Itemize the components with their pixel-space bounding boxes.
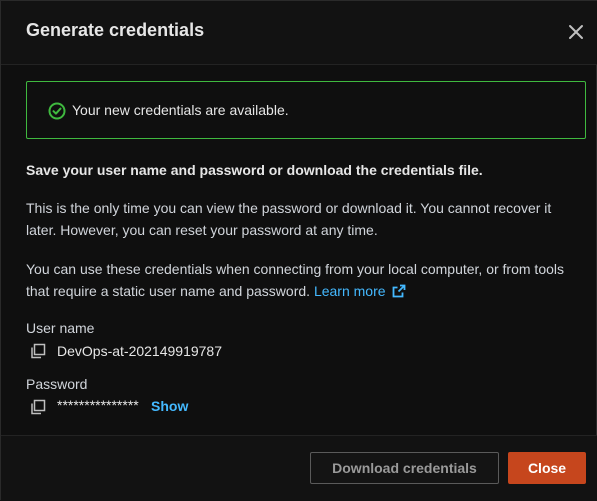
close-icon[interactable] bbox=[565, 21, 587, 43]
alert-message: Your new credentials are available. bbox=[72, 102, 289, 118]
dialog-title: Generate credentials bbox=[26, 20, 205, 40]
download-credentials-button[interactable]: Download credentials bbox=[310, 452, 499, 484]
usage-info-body: You can use these credentials when conne… bbox=[26, 261, 564, 299]
external-link-icon bbox=[392, 284, 405, 298]
copy-icon[interactable] bbox=[30, 343, 46, 359]
username-label: User name bbox=[26, 320, 95, 336]
save-instruction: Save your user name and password or down… bbox=[26, 162, 483, 178]
password-label: Password bbox=[26, 376, 88, 392]
generate-credentials-dialog: Generate credentials Your new credential… bbox=[0, 0, 597, 501]
password-warning-text: This is the only time you can view the p… bbox=[26, 200, 552, 238]
copy-icon[interactable] bbox=[30, 399, 46, 415]
success-alert: Your new credentials are available. bbox=[26, 81, 586, 139]
check-circle-icon bbox=[48, 102, 66, 120]
dialog-footer: Download credentials Close bbox=[1, 435, 597, 501]
dialog-header: Generate credentials bbox=[1, 1, 597, 65]
learn-more-link[interactable]: Learn more bbox=[314, 283, 406, 299]
usage-info-text: You can use these credentials when conne… bbox=[26, 258, 581, 302]
show-password-link[interactable]: Show bbox=[151, 398, 188, 414]
password-value: *************** bbox=[57, 397, 139, 413]
username-value: DevOps-at-202149919787 bbox=[57, 343, 223, 359]
close-button[interactable]: Close bbox=[508, 452, 586, 484]
